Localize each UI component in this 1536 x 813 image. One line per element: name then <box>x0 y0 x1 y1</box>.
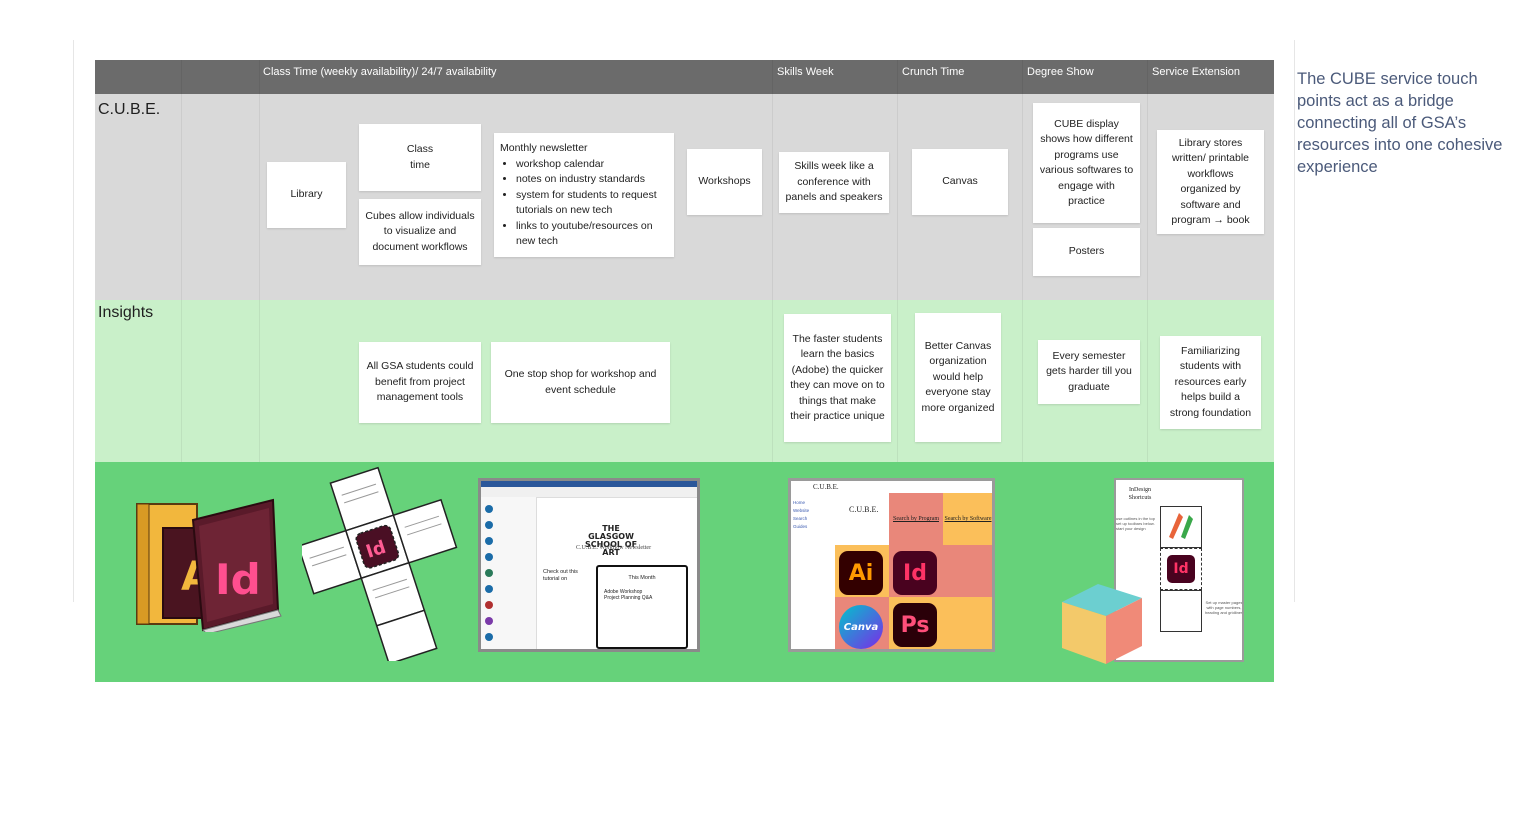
cube-net-illustration: Id <box>302 466 458 661</box>
note-text: Every semester gets harder till you grad… <box>1046 349 1132 393</box>
newsletter-item: notes on industry standards <box>516 172 668 188</box>
website-logo: C.U.B.E. <box>813 483 839 491</box>
note-text: Cubes allow individuals to visualize and… <box>365 209 475 253</box>
newsletter-list: workshop calendar notes on industry stan… <box>500 157 668 250</box>
calendar-items: Adobe Workshop Project Planning Q&A <box>604 589 652 601</box>
calendar-item: Project Planning Q&A <box>604 595 653 601</box>
note-text: Library <box>290 188 323 201</box>
note-text: Posters <box>1068 245 1105 258</box>
calendar-icon: This Month Adobe Workshop Project Planni… <box>596 565 688 649</box>
photoshop-icon[interactable]: Ps <box>893 603 937 647</box>
newsletter-item: workshop calendar <box>516 157 668 173</box>
note-cube-display: CUBE display shows how different program… <box>1033 103 1140 223</box>
pen-tools-icon <box>1169 513 1193 539</box>
note-pm-tools: All GSA students could benefit from proj… <box>359 342 481 423</box>
row-label-insights: Insights <box>98 304 154 321</box>
indesign-icon[interactable]: Id <box>893 551 937 595</box>
shortcut-box <box>1160 590 1202 632</box>
email-inbox-list <box>481 497 537 649</box>
header-crunch-time: Crunch Time <box>902 66 965 78</box>
note-workshops: Workshops <box>687 149 762 215</box>
calendar-month-label: This Month <box>628 575 656 581</box>
note-better-canvas: Better Canvas organization would help ev… <box>915 313 1001 442</box>
note-canvas: Canvas <box>912 149 1008 215</box>
newsletter-check-out: Check out this tutorial on <box>543 569 578 582</box>
note-monthly-newsletter: Monthly newsletter workshop calendar not… <box>494 133 674 257</box>
shortcuts-title: InDesign Shortcuts <box>1128 487 1152 501</box>
newsletter-email-screenshot: THE GLASGOW SCHOOL OF ART C.U.B.E. Workf… <box>478 478 700 652</box>
header-degree-show: Degree Show <box>1027 66 1094 78</box>
note-text: The faster students learn the basics (Ad… <box>790 332 885 423</box>
shortcut-box <box>1160 506 1202 548</box>
note-text: Better Canvas organization would help ev… <box>921 339 995 414</box>
cube-website-screenshot: C.U.B.E. Home Website Search Guides C.U.… <box>788 478 995 652</box>
note-one-stop: One stop shop for workshop and event sch… <box>491 342 670 423</box>
website-heading: C.U.B.E. <box>849 505 879 514</box>
frame-right-line <box>1294 40 1295 602</box>
nav-item[interactable]: Guides <box>793 523 809 531</box>
indesign-icon: Id <box>1167 555 1195 583</box>
note-text: All GSA students could benefit from proj… <box>366 360 474 404</box>
column-divider <box>259 60 260 462</box>
note-skills-week: Skills week like a conference with panel… <box>779 152 889 213</box>
header-skills-week: Skills Week <box>777 66 834 78</box>
column-divider <box>1147 60 1148 462</box>
nav-item[interactable]: Home <box>793 499 809 507</box>
shortcuts-right-text: Set up master pages with page numbers, h… <box>1204 600 1244 615</box>
header-class-time: Class Time (weekly availability)/ 24/7 a… <box>263 66 497 78</box>
note-text: Class time <box>406 143 434 171</box>
note-library-stores: Library stores written/ printable workfl… <box>1157 130 1264 234</box>
search-by-program-button[interactable]: Search by Program <box>889 493 943 545</box>
note-text: CUBE display shows how different program… <box>1039 117 1134 208</box>
column-divider <box>772 60 773 462</box>
grid-tile <box>943 597 992 649</box>
note-text: Workshops <box>698 175 751 188</box>
column-divider <box>897 60 898 462</box>
svg-text:Id: Id <box>215 555 261 604</box>
newsletter-heading: C.U.B.E. Workflow Newsletter <box>576 545 652 551</box>
note-every-semester: Every semester gets harder till you grad… <box>1038 340 1140 404</box>
nav-item[interactable]: Search <box>793 515 809 523</box>
note-library: Library <box>267 162 346 228</box>
newsletter-school-name: THE GLASGOW SCHOOL OF ART <box>584 524 638 557</box>
column-divider <box>1022 60 1023 462</box>
note-text: Canvas <box>942 175 978 188</box>
note-familiarizing: Familiarizing students with resources ea… <box>1160 336 1261 429</box>
colored-cube-illustration <box>1062 584 1142 664</box>
note-text: One stop shop for workshop and event sch… <box>504 368 657 396</box>
search-by-software-button[interactable]: Search by Software <box>943 493 992 545</box>
header-service-extension: Service Extension <box>1152 66 1241 78</box>
adobe-books-illustration: A Id <box>136 498 282 632</box>
note-text: Library stores written/ printable workfl… <box>1171 136 1250 227</box>
side-explanation: The CUBE service touch points act as a b… <box>1297 70 1503 176</box>
note-class-time: Class time <box>359 124 481 191</box>
note-cubes-allow: Cubes allow individuals to visualize and… <box>359 199 481 265</box>
column-divider <box>181 60 182 462</box>
note-faster-students: The faster students learn the basics (Ad… <box>784 314 891 442</box>
canva-icon[interactable]: Canva <box>839 605 883 649</box>
row-label-cube: C.U.B.E. <box>98 101 161 118</box>
nav-item[interactable]: Website <box>793 507 809 515</box>
shortcut-box: Id <box>1160 548 1202 590</box>
newsletter-item: links to youtube/resources on new tech <box>516 219 668 250</box>
illustrator-icon[interactable]: Ai <box>839 551 883 595</box>
shortcuts-left-text: use outlines in the top set up toolbars … <box>1116 516 1155 531</box>
note-text: Familiarizing students with resources ea… <box>1169 344 1252 419</box>
newsletter-item: system for students to request tutorials… <box>516 188 668 219</box>
note-text: Skills week like a conference with panel… <box>785 160 883 204</box>
newsletter-title: Monthly newsletter <box>500 142 588 154</box>
website-nav: Home Website Search Guides <box>793 499 809 531</box>
note-posters: Posters <box>1033 228 1140 276</box>
newsletter-content: Monthly newsletter workshop calendar not… <box>500 141 668 250</box>
frame-left-line <box>73 40 74 602</box>
grid-tile <box>943 545 992 597</box>
